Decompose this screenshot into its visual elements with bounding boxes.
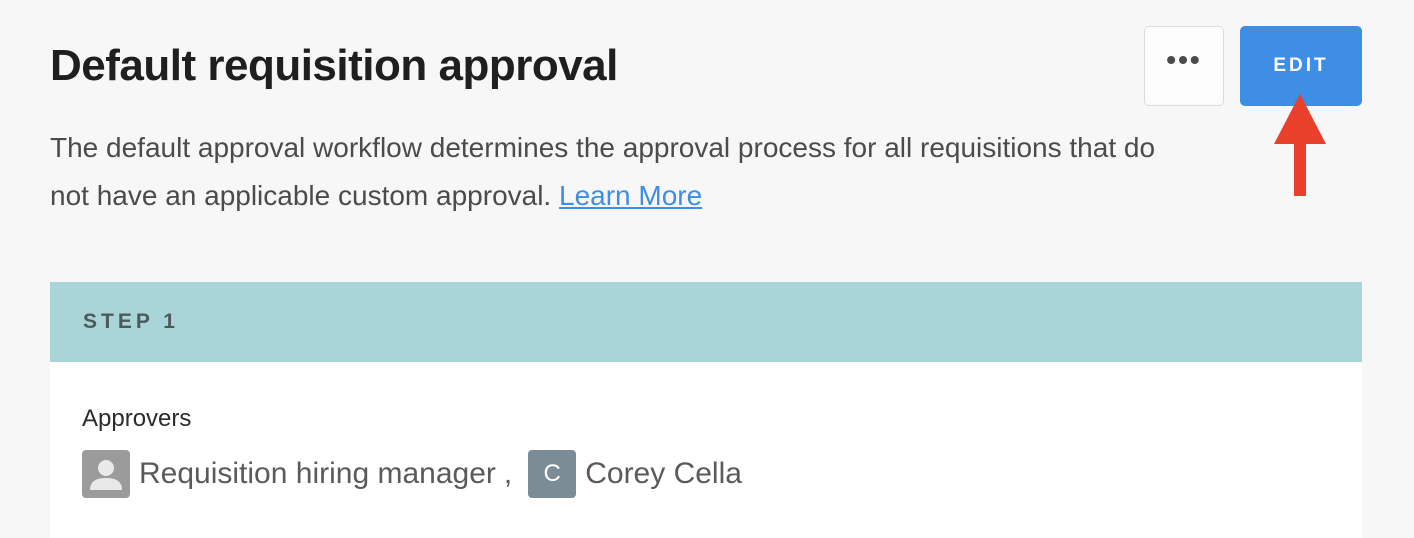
arrow-shaft (1294, 140, 1306, 196)
user-silhouette-icon (90, 460, 122, 490)
learn-more-link[interactable]: Learn More (559, 180, 702, 211)
approver-name: Requisition hiring manager (139, 457, 496, 490)
more-options-button[interactable]: ••• (1144, 26, 1224, 106)
approvers-list: Requisition hiring manager , C Corey Cel… (82, 450, 1362, 498)
approver-name: Corey Cella (585, 457, 742, 490)
arrow-head (1274, 94, 1326, 144)
page-title: Default requisition approval (50, 41, 618, 90)
approval-page: Default requisition approval ••• EDIT Th… (0, 0, 1414, 538)
avatar: C (528, 450, 577, 498)
approver-separator: , (503, 457, 513, 490)
step-card: STEP 1 Approvers Requisition hiring mana… (50, 282, 1362, 538)
step-body: Approvers Requisition hiring manager , C… (50, 362, 1362, 498)
generic-user-icon (82, 450, 130, 498)
step-header: STEP 1 (50, 282, 1362, 362)
more-icon: ••• (1166, 44, 1202, 75)
page-description: The default approval workflow determines… (50, 124, 1170, 220)
annotation-arrow-icon (1274, 94, 1326, 196)
step-label: STEP 1 (83, 310, 179, 333)
approvers-label: Approvers (82, 405, 192, 432)
